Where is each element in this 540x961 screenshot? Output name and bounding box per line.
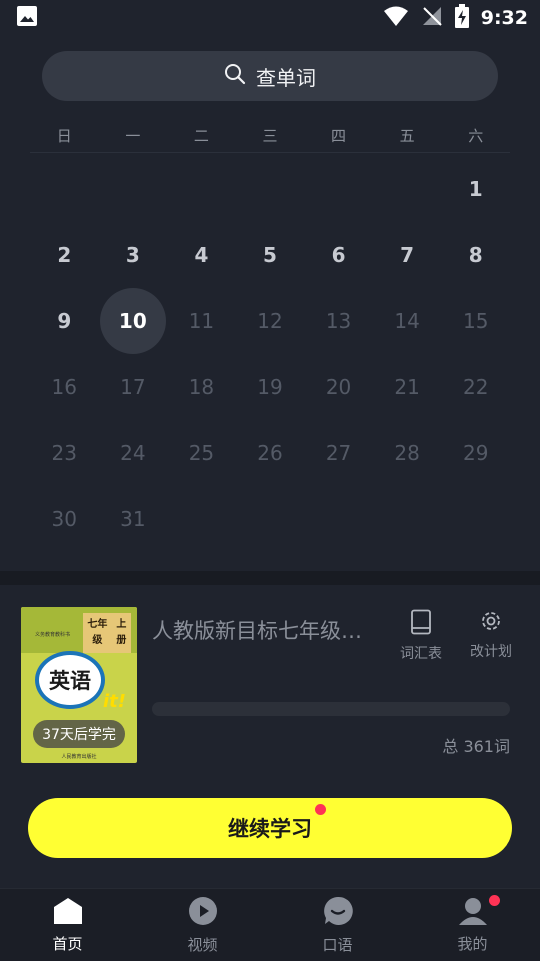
calendar-day[interactable]: 8 [441,222,510,288]
calendar-day[interactable]: 11 [167,288,236,354]
nav-video-label: 视频 [187,935,218,954]
calendar-day[interactable]: 31 [99,486,168,552]
calendar-day[interactable]: 4 [167,222,236,288]
book-cover[interactable]: 义务教育教科书 七年级 上册 英语 it! 37天后学完 人民教育出版社 [21,607,137,763]
calendar-day[interactable]: 21 [373,354,442,420]
calendar-day[interactable]: 30 [30,486,99,552]
edit-plan-label: 改计划 [470,644,512,660]
calendar-day[interactable]: 12 [236,288,305,354]
weekday-label: 一 [125,127,141,145]
status-bar: 9:32 [0,0,540,36]
calendar-day[interactable]: 14 [373,288,442,354]
bottom-nav: 首页 视频 口语 我的 [0,888,540,961]
nav-home-label: 首页 [52,934,83,953]
calendar-day[interactable]: 18 [167,354,236,420]
calendar-day[interactable]: 20 [304,354,373,420]
calendar-blank [30,156,99,222]
calendar-day[interactable]: 26 [236,420,305,486]
calendar-day[interactable]: 9 [30,288,99,354]
calendar-day[interactable]: 24 [99,420,168,486]
battery-charging-icon [454,4,469,32]
calendar-day-today[interactable]: 10 [99,288,168,354]
calendar-day[interactable]: 19 [236,354,305,420]
calendar-day[interactable]: 27 [304,420,373,486]
weekday-label: 六 [468,127,484,145]
book-section: 义务教育教科书 七年级 上册 英语 it! 37天后学完 人民教育出版社 人教版… [0,585,540,888]
section-divider [0,571,540,585]
user-icon [458,897,488,929]
search-word-label: 查单词 [256,65,316,90]
cover-volume: 上册 [116,619,127,646]
calendar-day[interactable]: 2 [30,222,99,288]
continue-learning-label: 继续学习 [228,817,312,841]
profile-notification-dot [489,895,500,906]
days-remaining-badge: 37天后学完 [33,720,125,748]
nav-profile-label: 我的 [457,934,488,953]
weekday-header: 日一二三四五六 [30,120,510,153]
calendar-grid: 1 2 3 4 5 6 7 8 9 10 11 12 13 14 15 16 17 18 19 20 21 22 23 24 2… [30,156,510,552]
calendar-day[interactable]: 13 [304,288,373,354]
calendar-day[interactable]: 15 [441,288,510,354]
calendar-day[interactable]: 6 [304,222,373,288]
calendar-blank [167,156,236,222]
calendar-blank [99,156,168,222]
nav-speaking[interactable]: 口语 [270,889,405,961]
study-progress-bar [152,702,510,716]
calendar-day[interactable]: 16 [30,354,99,420]
continue-learning-button[interactable]: 继续学习 [28,798,512,858]
calendar-day[interactable]: 29 [441,420,510,486]
status-time: 9:32 [480,7,528,29]
calendar-day[interactable]: 25 [167,420,236,486]
notification-dot [315,804,326,815]
wordlist-label: 词汇表 [400,646,442,662]
cover-grade: 七年级 [87,619,108,646]
cover-series: 义务教育教科书 [35,632,71,638]
calendar-day[interactable]: 5 [236,222,305,288]
calendar-day-number: 10 [99,288,166,354]
calendar-day[interactable]: 3 [99,222,168,288]
weekday-label: 五 [399,127,415,145]
chat-icon [323,896,353,930]
wordlist-button[interactable]: 词汇表 [400,609,442,663]
nav-video[interactable]: 视频 [135,889,270,961]
gear-icon [479,609,503,637]
search-word-bar[interactable]: 查单词 [42,51,498,101]
home-icon [53,897,83,929]
cover-grade-block: 七年级 上册 [83,613,131,653]
calendar-day[interactable]: 1 [441,156,510,222]
calendar-day[interactable]: 22 [441,354,510,420]
total-words: 总 361词 [442,737,510,756]
calendar-day[interactable]: 23 [30,420,99,486]
no-signal-icon [421,5,443,31]
book-title[interactable]: 人教版新目标七年级上册 [152,615,382,645]
cover-subject: 英语 [35,651,105,709]
cover-publisher: 人民教育出版社 [61,754,97,760]
book-icon [410,609,432,639]
weekday-label: 四 [331,127,347,145]
nav-speaking-label: 口语 [322,935,353,954]
calendar-blank [304,156,373,222]
nav-home[interactable]: 首页 [0,889,135,961]
calendar-day[interactable]: 28 [373,420,442,486]
play-icon [188,896,218,930]
nav-profile[interactable]: 我的 [405,889,540,961]
calendar-day[interactable]: 7 [373,222,442,288]
weekday-label: 二 [193,127,209,145]
calendar-day[interactable]: 17 [99,354,168,420]
weekday-label: 日 [56,127,72,145]
calendar-blank [236,156,305,222]
cover-logo: it! [103,691,126,712]
calendar-blank [373,156,442,222]
wifi-icon [383,5,409,31]
search-icon [224,63,246,89]
edit-plan-button[interactable]: 改计划 [470,609,512,661]
weekday-label: 三 [262,127,278,145]
gallery-notification-icon [16,5,38,31]
